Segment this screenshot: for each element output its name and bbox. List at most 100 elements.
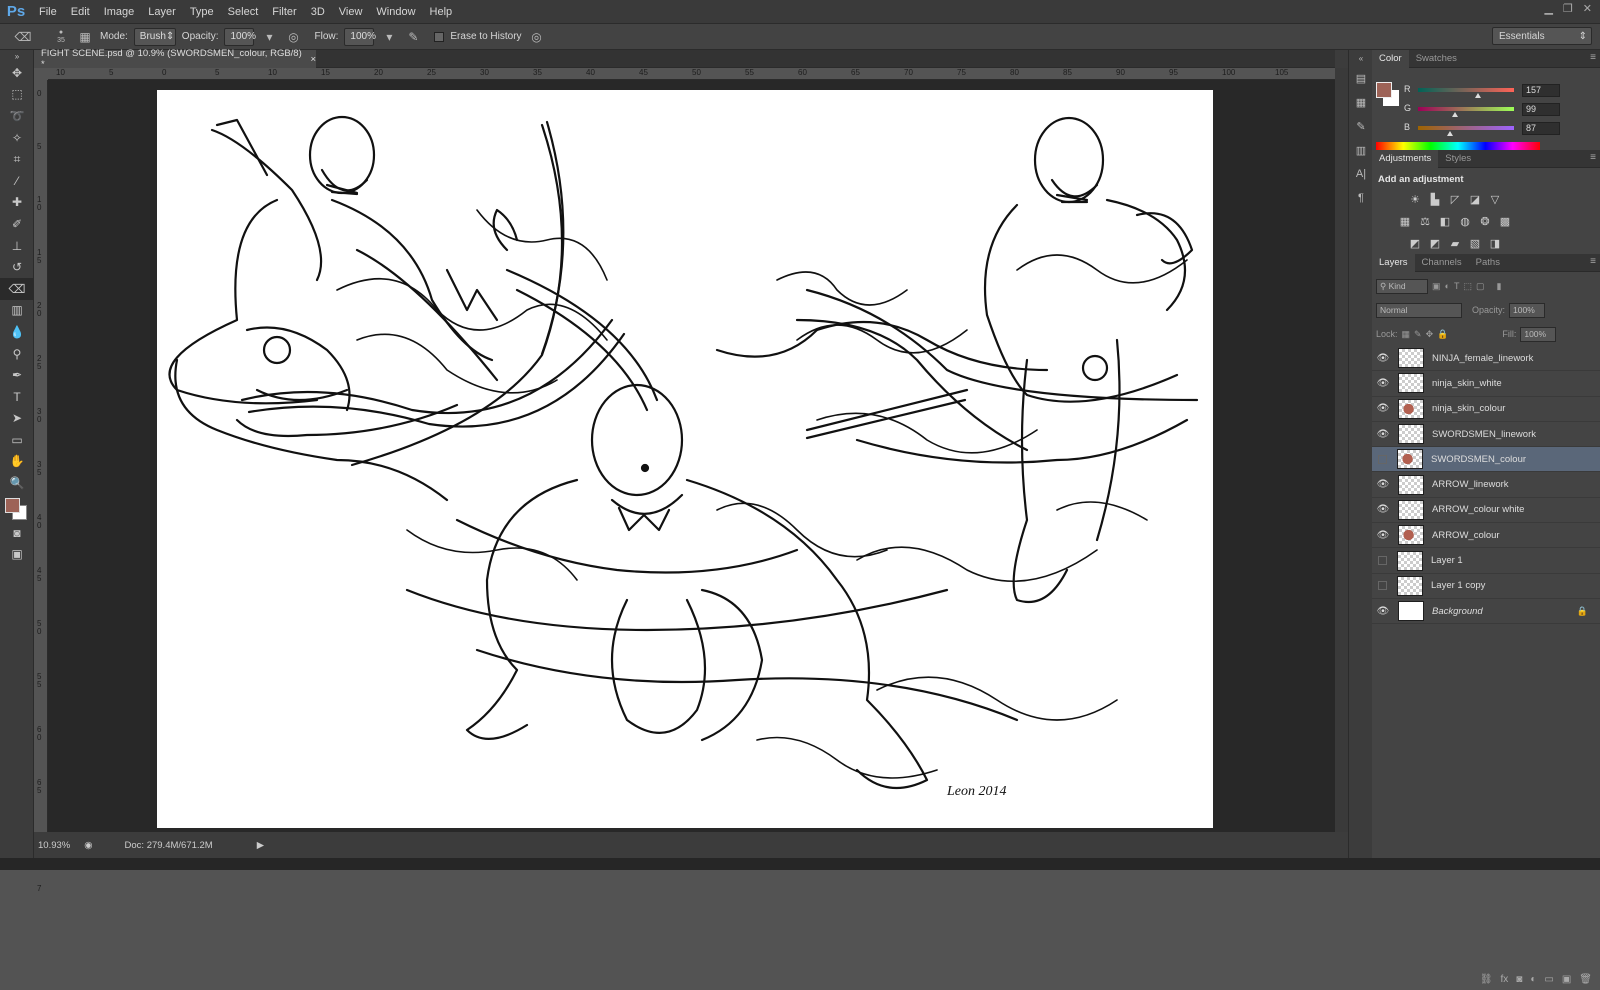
exposure-icon[interactable]: ◪: [1468, 192, 1482, 206]
restore-icon[interactable]: ❐: [1563, 2, 1573, 15]
invert-icon[interactable]: ◩: [1408, 236, 1422, 250]
minimize-icon[interactable]: ▁: [1544, 2, 1552, 15]
visibility-toggle-off[interactable]: [1378, 581, 1387, 591]
visibility-toggle-off[interactable]: [1378, 556, 1387, 566]
filter-adjustment-icon[interactable]: ◐: [1445, 281, 1450, 291]
menu-window[interactable]: Window: [369, 0, 422, 24]
vertical-scrollbar[interactable]: [1335, 68, 1348, 832]
flow-dropdown-icon[interactable]: ▾: [380, 28, 398, 46]
brush-panel-toggle-icon[interactable]: ▦: [76, 28, 94, 46]
menu-filter[interactable]: Filter: [265, 0, 303, 24]
visibility-eye-icon[interactable]: 👁: [1372, 378, 1394, 389]
tab-styles[interactable]: Styles: [1438, 150, 1478, 168]
visibility-eye-icon[interactable]: 👁: [1372, 403, 1394, 414]
paragraph-panel-icon[interactable]: ¶: [1349, 186, 1373, 210]
channel-mixer-icon[interactable]: ❂: [1478, 214, 1492, 228]
status-menu-arrow-icon[interactable]: ▶: [257, 840, 264, 851]
brush-presets-icon[interactable]: ▥: [1349, 138, 1373, 162]
filter-smart-object-icon[interactable]: ▢: [1476, 281, 1485, 292]
tab-color[interactable]: Color: [1372, 49, 1409, 68]
tab-layers[interactable]: Layers: [1372, 253, 1415, 272]
tab-adjustments[interactable]: Adjustments: [1372, 149, 1439, 168]
move-tool-icon[interactable]: »: [0, 50, 34, 62]
green-slider[interactable]: [1418, 107, 1514, 111]
delete-layer-icon[interactable]: 🗑: [1579, 974, 1592, 990]
character-panel-icon[interactable]: A|: [1349, 162, 1373, 186]
vibrance-icon[interactable]: ▽: [1488, 192, 1502, 206]
tab-swatches[interactable]: Swatches: [1409, 50, 1464, 68]
eyedropper-tool-icon[interactable]: ⁄: [0, 170, 34, 192]
layer-row[interactable]: 👁 ARROW_colour white: [1372, 498, 1600, 524]
color-balance-icon[interactable]: ⚖: [1418, 214, 1432, 228]
panel-menu-icon[interactable]: ≡: [1590, 256, 1596, 267]
filter-shape-icon[interactable]: ⬚: [1463, 281, 1472, 292]
menu-image[interactable]: Image: [97, 0, 142, 24]
brush-preset-picker[interactable]: ● 35: [52, 28, 70, 46]
levels-icon[interactable]: ▙: [1428, 192, 1442, 206]
dodge-tool-icon[interactable]: ⚲: [0, 343, 34, 365]
pressure-size-icon[interactable]: ◎: [528, 28, 546, 46]
layer-row[interactable]: 👁 ARROW_linework: [1372, 472, 1600, 498]
hand-tool-icon[interactable]: ✋: [0, 451, 34, 473]
crop-tool-icon[interactable]: ⌗: [0, 148, 34, 170]
opacity-dropdown-icon[interactable]: ▾: [260, 28, 278, 46]
menu-view[interactable]: View: [332, 0, 370, 24]
collapse-panels-icon[interactable]: «: [1349, 50, 1373, 66]
eraser-tool-icon[interactable]: ⌫: [0, 277, 34, 300]
link-layers-icon[interactable]: ⛓: [1480, 974, 1493, 990]
lasso-tool-icon[interactable]: ➰: [0, 105, 34, 127]
layer-row[interactable]: Layer 1 copy: [1372, 574, 1600, 599]
color-lookup-icon[interactable]: ▩: [1498, 214, 1512, 228]
blue-slider-thumb[interactable]: [1447, 131, 1453, 136]
history-panel-icon[interactable]: ▤: [1349, 66, 1373, 90]
type-tool-icon[interactable]: T: [0, 386, 34, 408]
history-brush-icon[interactable]: ↺: [0, 256, 34, 278]
red-value-field[interactable]: 157: [1522, 84, 1560, 97]
pen-tool-icon[interactable]: ✒: [0, 364, 34, 386]
move-tool-icon[interactable]: ✥: [0, 62, 34, 84]
filter-toggle-icon[interactable]: ▮: [1496, 281, 1501, 292]
blend-mode-select[interactable]: Normal: [1376, 302, 1462, 318]
lock-transparent-icon[interactable]: ▦: [1402, 329, 1411, 340]
menu-help[interactable]: Help: [423, 0, 460, 24]
visibility-eye-icon[interactable]: 👁: [1372, 429, 1394, 440]
filter-pixel-icon[interactable]: ▣: [1432, 281, 1441, 292]
green-value-field[interactable]: 99: [1522, 103, 1560, 116]
document-canvas[interactable]: Leon 2014: [157, 90, 1213, 828]
erase-to-history-checkbox[interactable]: [434, 31, 445, 42]
gradient-map-icon[interactable]: ▧: [1468, 236, 1482, 250]
layer-style-icon[interactable]: fx: [1501, 974, 1509, 990]
visibility-eye-icon[interactable]: 👁: [1372, 353, 1394, 364]
photo-filter-icon[interactable]: ◍: [1458, 214, 1472, 228]
layer-opacity-field[interactable]: 100%: [1509, 302, 1546, 318]
add-mask-icon[interactable]: ◙: [1516, 974, 1522, 990]
lock-image-icon[interactable]: ✎: [1414, 329, 1422, 340]
curves-icon[interactable]: ◸: [1448, 192, 1462, 206]
ruler-origin[interactable]: [34, 68, 48, 80]
new-layer-icon[interactable]: ▣: [1562, 974, 1571, 990]
selective-color-icon[interactable]: ◨: [1488, 236, 1502, 250]
color-swatches[interactable]: [0, 494, 34, 522]
posterize-icon[interactable]: ◩: [1428, 236, 1442, 250]
layer-row[interactable]: 👁 ARROW_colour: [1372, 523, 1600, 549]
quick-mask-icon[interactable]: ◙: [0, 522, 34, 544]
blue-value-field[interactable]: 87: [1522, 122, 1560, 135]
menu-select[interactable]: Select: [221, 0, 266, 24]
properties-panel-icon[interactable]: ▦: [1349, 90, 1373, 114]
visibility-eye-icon[interactable]: 👁: [1372, 530, 1394, 541]
menu-edit[interactable]: Edit: [64, 0, 97, 24]
layer-row-selected[interactable]: SWORDSMEN_colour: [1372, 447, 1600, 473]
brightness-contrast-icon[interactable]: ☀: [1408, 192, 1422, 206]
lock-position-icon[interactable]: ✥: [1426, 329, 1434, 340]
red-slider-thumb[interactable]: [1475, 93, 1481, 98]
flow-field[interactable]: 100%: [344, 27, 376, 46]
foreground-color-swatch[interactable]: [5, 497, 20, 513]
layer-row[interactable]: Layer 1: [1372, 548, 1600, 574]
menu-file[interactable]: File: [32, 0, 64, 24]
gradient-tool-icon[interactable]: ▥: [0, 300, 34, 322]
layer-row[interactable]: 👁 SWORDSMEN_linework: [1372, 422, 1600, 448]
menu-3d[interactable]: 3D: [304, 0, 332, 24]
brush-tool-icon[interactable]: ✐: [0, 213, 34, 235]
vertical-ruler[interactable]: 051 01 52 02 53 03 54 04 55 05 56 06 57 …: [34, 80, 48, 893]
marquee-tool-icon[interactable]: ⬚: [0, 84, 34, 106]
